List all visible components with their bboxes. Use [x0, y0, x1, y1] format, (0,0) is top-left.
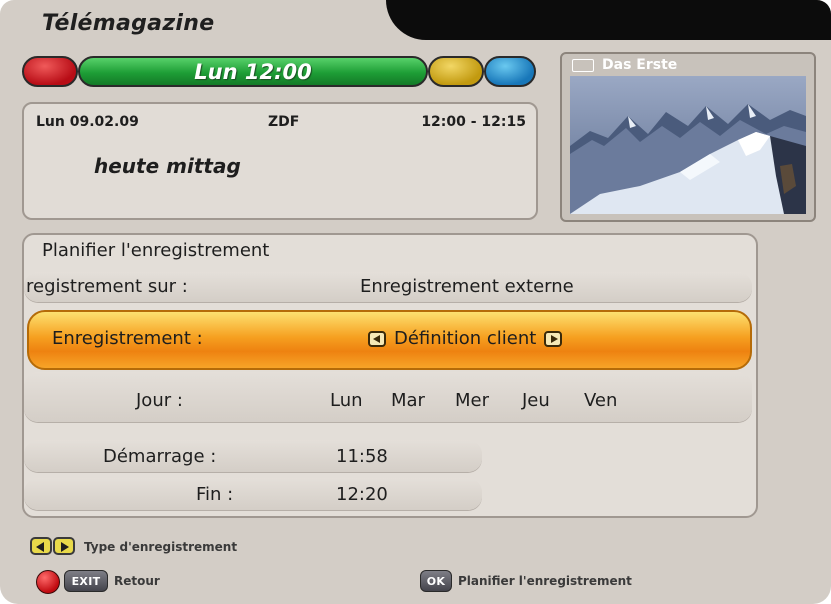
- day-row-background: [24, 372, 752, 422]
- recording-type-label: Enregistrement :: [52, 328, 203, 349]
- start-label: Démarrage :: [103, 446, 217, 467]
- day-ven[interactable]: Ven: [584, 390, 617, 411]
- day-mer[interactable]: Mer: [455, 390, 489, 411]
- mountain-image: [570, 76, 806, 214]
- top-right-black-area: [386, 0, 831, 40]
- preview-image: [570, 76, 806, 214]
- arrow-right-icon[interactable]: [544, 330, 563, 347]
- recording-type-selector[interactable]: Définition client: [368, 328, 563, 349]
- blue-button[interactable]: [484, 56, 536, 87]
- program-date: Lun 09.02.09: [36, 114, 139, 130]
- program-time: 12:00 - 12:15: [421, 114, 526, 130]
- preview-channel-name: Das Erste: [602, 57, 678, 73]
- program-info-box: Lun 09.02.09 ZDF 12:00 - 12:15 heute mit…: [22, 102, 538, 220]
- exit-key-label: EXIT: [71, 574, 101, 588]
- green-time-button[interactable]: Lun 12:00: [78, 56, 428, 87]
- preview-header: Das Erste: [562, 54, 814, 76]
- red-dot-icon[interactable]: [36, 570, 60, 594]
- start-row-background: [24, 440, 482, 472]
- type-hint-text: Type d'enregistrement: [84, 540, 238, 554]
- end-time[interactable]: 12:20: [336, 484, 388, 505]
- end-row-background: [24, 478, 482, 510]
- nav-left-icon[interactable]: [30, 537, 52, 555]
- arrow-left-icon[interactable]: [368, 330, 386, 347]
- panel-title: Planifier l'enregistrement: [42, 240, 270, 261]
- ok-key-button[interactable]: OK: [420, 570, 452, 592]
- end-label: Fin :: [196, 484, 234, 505]
- schedule-recording-label: Planifier l'enregistrement: [458, 574, 632, 588]
- program-title: heute mittag: [94, 154, 241, 178]
- live-preview: Das Erste: [560, 52, 816, 222]
- program-channel: ZDF: [268, 114, 300, 130]
- record-on-label: registrement sur :: [26, 276, 188, 297]
- day-lun[interactable]: Lun: [330, 390, 363, 411]
- day-jeu[interactable]: Jeu: [522, 390, 550, 411]
- red-button[interactable]: [22, 56, 78, 87]
- back-label: Retour: [114, 574, 160, 588]
- day-mar[interactable]: Mar: [391, 390, 425, 411]
- day-label: Jour :: [136, 390, 183, 411]
- page-title: Télémagazine: [42, 11, 215, 36]
- green-time-label: Lun 12:00: [194, 59, 312, 84]
- nav-right-icon[interactable]: [53, 537, 75, 555]
- record-on-value[interactable]: Enregistrement externe: [360, 276, 574, 297]
- tv-icon: [572, 58, 594, 72]
- ok-key-label: OK: [426, 574, 446, 588]
- start-time[interactable]: 11:58: [336, 446, 388, 467]
- tv-guide-screen: Télémagazine Lun 12:00 Lun 09.02.09 ZDF …: [0, 0, 831, 604]
- exit-key-button[interactable]: EXIT: [64, 570, 108, 592]
- yellow-button[interactable]: [428, 56, 484, 87]
- recording-type-value: Définition client: [394, 328, 537, 349]
